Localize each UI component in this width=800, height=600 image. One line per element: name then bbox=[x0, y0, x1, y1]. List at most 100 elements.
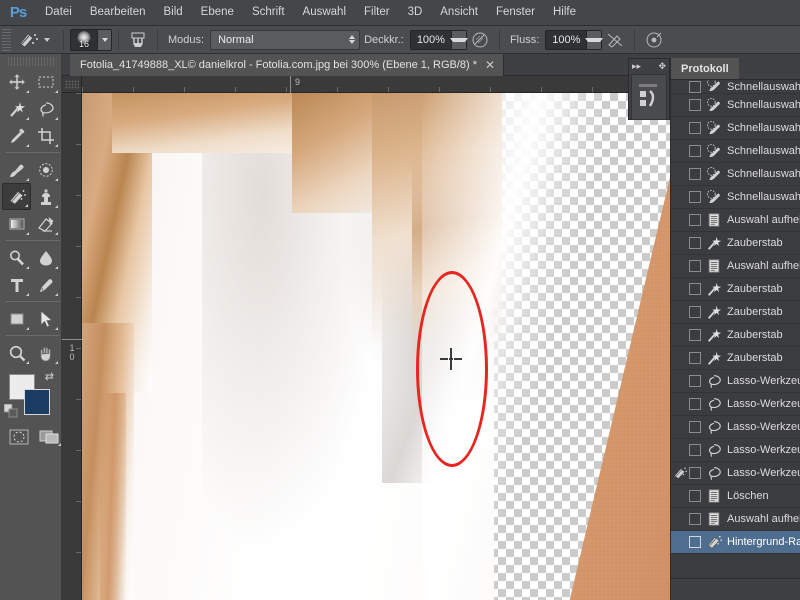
history-row[interactable]: Zauberstab bbox=[671, 278, 800, 301]
history-snapshot-checkbox[interactable] bbox=[689, 214, 701, 226]
history-snapshot-checkbox[interactable] bbox=[689, 421, 701, 433]
history-row[interactable]: Zauberstab bbox=[671, 301, 800, 324]
tool-type[interactable] bbox=[2, 271, 31, 298]
default-colors-icon[interactable] bbox=[4, 404, 18, 418]
brush-preset-picker[interactable]: 16 bbox=[70, 29, 112, 51]
tool-zoom[interactable] bbox=[2, 339, 31, 366]
history-row[interactable]: Auswahl aufheb bbox=[671, 508, 800, 531]
tool-magic-wand[interactable] bbox=[2, 95, 31, 122]
history-brush-source-icon[interactable] bbox=[673, 535, 687, 549]
menu-schrift[interactable]: Schrift bbox=[243, 2, 294, 23]
document-tab[interactable]: Fotolia_41749888_XL© danielkrol - Fotoli… bbox=[70, 54, 504, 76]
history-snapshot-checkbox[interactable] bbox=[689, 490, 701, 502]
close-icon[interactable]: ✕ bbox=[485, 60, 495, 70]
history-snapshot-checkbox[interactable] bbox=[689, 306, 701, 318]
background-eraser-icon[interactable] bbox=[14, 28, 42, 52]
history-brush-source-icon[interactable] bbox=[673, 351, 687, 365]
menu-filter[interactable]: Filter bbox=[355, 2, 399, 23]
history-snapshot-checkbox[interactable] bbox=[689, 191, 701, 203]
tool-pen[interactable] bbox=[31, 271, 60, 298]
tool-gradient[interactable] bbox=[2, 210, 31, 237]
history-snapshot-checkbox[interactable] bbox=[689, 375, 701, 387]
history-brush-source-icon[interactable] bbox=[673, 512, 687, 526]
history-snapshot-checkbox[interactable] bbox=[689, 237, 701, 249]
flow-field[interactable]: 100% bbox=[545, 30, 602, 50]
expand-panel-icon[interactable]: ✥ bbox=[658, 61, 666, 72]
history-brush-source-icon[interactable] bbox=[673, 305, 687, 319]
history-row[interactable]: Schnellauswahl bbox=[671, 94, 800, 117]
tool-spot-healing[interactable] bbox=[31, 156, 60, 183]
history-snapshot-checkbox[interactable] bbox=[689, 467, 701, 479]
tool-preset-chevron-down-icon[interactable] bbox=[44, 38, 50, 42]
history-snapshot-checkbox[interactable] bbox=[689, 352, 701, 364]
tool-move[interactable] bbox=[2, 68, 31, 95]
history-row[interactable]: Schnellauswahl bbox=[671, 186, 800, 209]
pressure-opacity-icon[interactable] bbox=[467, 28, 493, 52]
tool-background-eraser[interactable] bbox=[2, 183, 31, 210]
menu-hilfe[interactable]: Hilfe bbox=[544, 2, 585, 23]
tool-clone-stamp[interactable] bbox=[31, 183, 60, 210]
history-snapshot-checkbox[interactable] bbox=[689, 398, 701, 410]
collapse-panel-icon[interactable]: ▸▸ bbox=[632, 61, 641, 72]
history-brush-source-icon[interactable] bbox=[673, 190, 687, 204]
history-snapshot-checkbox[interactable] bbox=[689, 260, 701, 272]
tools-panel-grip[interactable] bbox=[8, 57, 54, 66]
tool-hand[interactable] bbox=[31, 339, 60, 366]
tool-crop[interactable] bbox=[31, 122, 60, 149]
history-row[interactable]: Lasso-Werkzeug bbox=[671, 393, 800, 416]
history-snapshot-checkbox[interactable] bbox=[689, 444, 701, 456]
history-snapshot-checkbox[interactable] bbox=[689, 283, 701, 295]
history-brush-source-icon[interactable] bbox=[673, 259, 687, 273]
menu-ansicht[interactable]: Ansicht bbox=[431, 2, 487, 23]
history-brush-source-icon[interactable] bbox=[673, 466, 687, 480]
history-brush-source-icon[interactable] bbox=[673, 144, 687, 158]
tool-brush[interactable] bbox=[2, 156, 31, 183]
pressure-size-icon[interactable] bbox=[641, 28, 667, 52]
history-brush-source-icon[interactable] bbox=[673, 420, 687, 434]
quick-mask-icon[interactable] bbox=[8, 428, 29, 446]
menu-bearbeiten[interactable]: Bearbeiten bbox=[81, 2, 155, 23]
history-row[interactable]: Schnellauswahl bbox=[671, 80, 800, 94]
history-snapshot-checkbox[interactable] bbox=[689, 81, 701, 93]
menu-bild[interactable]: Bild bbox=[154, 2, 191, 23]
airbrush-icon[interactable] bbox=[602, 28, 628, 52]
mode-select[interactable]: Normal bbox=[210, 30, 360, 50]
history-row[interactable]: Lasso-Werkzeug bbox=[671, 370, 800, 393]
history-row[interactable]: Auswahl aufheb bbox=[671, 255, 800, 278]
tab-protokoll[interactable]: Protokoll bbox=[671, 58, 739, 79]
tool-eraser[interactable] bbox=[31, 210, 60, 237]
history-brush-source-icon[interactable] bbox=[673, 397, 687, 411]
history-brush-source-icon[interactable] bbox=[673, 167, 687, 181]
history-snapshot-checkbox[interactable] bbox=[689, 536, 701, 548]
history-row[interactable]: Lasso-Werkzeug bbox=[671, 462, 800, 485]
history-brush-source-icon[interactable] bbox=[673, 80, 687, 93]
history-brush-source-icon[interactable] bbox=[673, 489, 687, 503]
tool-shape[interactable] bbox=[2, 305, 31, 332]
flow-chevron-down-icon[interactable] bbox=[586, 31, 601, 49]
history-snapshot-checkbox[interactable] bbox=[689, 122, 701, 134]
history-row[interactable]: Schnellauswahl bbox=[671, 140, 800, 163]
opacity-field[interactable]: 100% bbox=[410, 30, 467, 50]
opacity-chevron-down-icon[interactable] bbox=[451, 31, 466, 49]
history-brush-source-icon[interactable] bbox=[673, 236, 687, 250]
background-color-swatch[interactable] bbox=[24, 389, 50, 415]
tool-dodge[interactable] bbox=[2, 244, 31, 271]
history-snapshot-checkbox[interactable] bbox=[689, 329, 701, 341]
history-brush-source-icon[interactable] bbox=[673, 282, 687, 296]
history-brush-source-icon[interactable] bbox=[673, 121, 687, 135]
menu-fenster[interactable]: Fenster bbox=[487, 2, 544, 23]
tool-eyedropper[interactable] bbox=[2, 122, 31, 149]
history-list[interactable]: SchnellauswahlSchnellauswahlSchnellauswa… bbox=[671, 80, 800, 578]
history-snapshot-checkbox[interactable] bbox=[689, 168, 701, 180]
history-row[interactable]: Zauberstab bbox=[671, 347, 800, 370]
history-row[interactable]: Auswahl aufheb bbox=[671, 209, 800, 232]
menu-3d[interactable]: 3D bbox=[399, 2, 432, 23]
tool-blur[interactable] bbox=[31, 244, 60, 271]
history-row[interactable]: Lasso-Werkzeug bbox=[671, 439, 800, 462]
brush-chevron-down-icon[interactable] bbox=[97, 30, 111, 50]
menu-datei[interactable]: Datei bbox=[36, 2, 81, 23]
history-row[interactable]: Hintergrund-Ra bbox=[671, 531, 800, 554]
tool-lasso[interactable] bbox=[31, 95, 60, 122]
layer-comps-icon[interactable] bbox=[631, 74, 667, 120]
canvas-area[interactable]: 9 10 bbox=[62, 76, 670, 600]
